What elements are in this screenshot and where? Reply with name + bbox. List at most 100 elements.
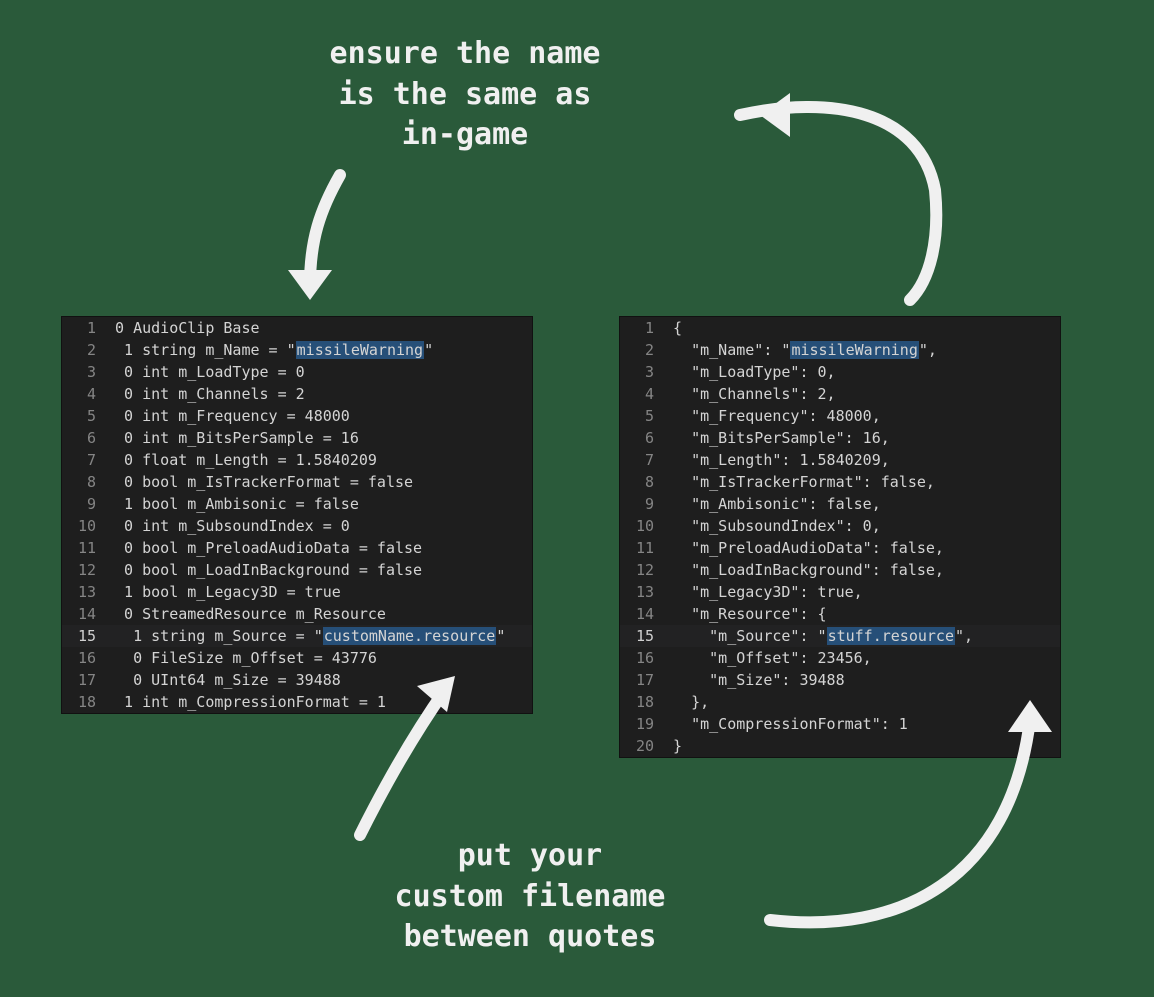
line-number: 19: [620, 713, 664, 735]
code-content: "m_PreloadAudioData": false,: [664, 537, 1060, 559]
line-number: 14: [620, 603, 664, 625]
line-number: 17: [620, 669, 664, 691]
line-number: 5: [620, 405, 664, 427]
code-content: 0 int m_Channels = 2: [106, 383, 532, 405]
code-line: 8 "m_IsTrackerFormat": false,: [620, 471, 1060, 493]
code-content: }: [664, 735, 1060, 757]
code-line: 10 "m_SubsoundIndex": 0,: [620, 515, 1060, 537]
code-line: 14 "m_Resource": {: [620, 603, 1060, 625]
arrow-top-right: [740, 107, 936, 300]
code-editor-right: 1 {2 "m_Name": "missileWarning",3 "m_Loa…: [620, 317, 1060, 757]
code-line: 11 0 bool m_PreloadAudioData = false: [62, 537, 532, 559]
canvas: ensure the name is the same as in-game p…: [0, 0, 1154, 997]
code-line: 1 {: [620, 317, 1060, 339]
code-line: 4 0 int m_Channels = 2: [62, 383, 532, 405]
code-line: 3 0 int m_LoadType = 0: [62, 361, 532, 383]
code-content: 1 bool m_Ambisonic = false: [106, 493, 532, 515]
code-content: 0 UInt64 m_Size = 39488: [106, 669, 532, 691]
code-content: "m_SubsoundIndex": 0,: [664, 515, 1060, 537]
highlight: missileWarning: [296, 341, 424, 359]
code-content: "m_LoadInBackground": false,: [664, 559, 1060, 581]
code-content: {: [664, 317, 1060, 339]
code-line: 15 "m_Source": "stuff.resource",: [620, 625, 1060, 647]
code-content: 1 string m_Source = "customName.resource…: [106, 625, 532, 647]
code-content: "m_Legacy3D": true,: [664, 581, 1060, 603]
highlight: customName.resource: [323, 627, 497, 645]
line-number: 18: [620, 691, 664, 713]
code-line: 6 0 int m_BitsPerSample = 16: [62, 427, 532, 449]
code-content: 0 bool m_LoadInBackground = false: [106, 559, 532, 581]
code-content: "m_CompressionFormat": 1: [664, 713, 1060, 735]
line-number: 6: [620, 427, 664, 449]
code-line: 2 "m_Name": "missileWarning",: [620, 339, 1060, 361]
arrow-top-right-head: [760, 93, 790, 137]
line-number: 9: [62, 493, 106, 515]
code-content: 0 bool m_IsTrackerFormat = false: [106, 471, 532, 493]
code-line: 17 "m_Size": 39488: [620, 669, 1060, 691]
code-content: "m_Ambisonic": false,: [664, 493, 1060, 515]
line-number: 17: [62, 669, 106, 691]
line-number: 9: [620, 493, 664, 515]
code-line: 18 },: [620, 691, 1060, 713]
line-number: 3: [620, 361, 664, 383]
code-content: 0 int m_BitsPerSample = 16: [106, 427, 532, 449]
arrow-top-left-head: [288, 270, 332, 300]
code-content: "m_Resource": {: [664, 603, 1060, 625]
line-number: 11: [620, 537, 664, 559]
code-content: 1 bool m_Legacy3D = true: [106, 581, 532, 603]
code-content: "m_Frequency": 48000,: [664, 405, 1060, 427]
code-content: 0 FileSize m_Offset = 43776: [106, 647, 532, 669]
code-line: 3 "m_LoadType": 0,: [620, 361, 1060, 383]
code-line: 13 "m_Legacy3D": true,: [620, 581, 1060, 603]
arrow-top-left: [310, 175, 340, 285]
code-line: 9 "m_Ambisonic": false,: [620, 493, 1060, 515]
line-number: 12: [62, 559, 106, 581]
code-content: 0 int m_SubsoundIndex = 0: [106, 515, 532, 537]
code-line: 18 1 int m_CompressionFormat = 1: [62, 691, 532, 713]
line-number: 3: [62, 361, 106, 383]
line-number: 8: [620, 471, 664, 493]
line-number: 4: [620, 383, 664, 405]
code-content: 0 bool m_PreloadAudioData = false: [106, 537, 532, 559]
code-content: 0 float m_Length = 1.5840209: [106, 449, 532, 471]
line-number: 16: [62, 647, 106, 669]
code-content: "m_BitsPerSample": 16,: [664, 427, 1060, 449]
line-number: 7: [620, 449, 664, 471]
code-line: 7 0 float m_Length = 1.5840209: [62, 449, 532, 471]
code-line: 12 0 bool m_LoadInBackground = false: [62, 559, 532, 581]
line-number: 1: [620, 317, 664, 339]
code-line: 6 "m_BitsPerSample": 16,: [620, 427, 1060, 449]
code-line: 13 1 bool m_Legacy3D = true: [62, 581, 532, 603]
code-line: 16 0 FileSize m_Offset = 43776: [62, 647, 532, 669]
annotation-top: ensure the name is the same as in-game: [200, 34, 730, 156]
code-content: "m_LoadType": 0,: [664, 361, 1060, 383]
code-line: 19 "m_CompressionFormat": 1: [620, 713, 1060, 735]
line-number: 11: [62, 537, 106, 559]
code-line: 16 "m_Offset": 23456,: [620, 647, 1060, 669]
code-line: 14 0 StreamedResource m_Resource: [62, 603, 532, 625]
code-content: 0 int m_LoadType = 0: [106, 361, 532, 383]
line-number: 10: [62, 515, 106, 537]
code-line: 20 }: [620, 735, 1060, 757]
code-line: 5 "m_Frequency": 48000,: [620, 405, 1060, 427]
line-number: 5: [62, 405, 106, 427]
line-number: 2: [62, 339, 106, 361]
line-number: 2: [620, 339, 664, 361]
code-content: "m_Length": 1.5840209,: [664, 449, 1060, 471]
highlight: stuff.resource: [827, 627, 955, 645]
code-content: "m_Channels": 2,: [664, 383, 1060, 405]
line-number: 12: [620, 559, 664, 581]
code-content: 1 string m_Name = "missileWarning": [106, 339, 532, 361]
code-line: 7 "m_Length": 1.5840209,: [620, 449, 1060, 471]
code-line: 5 0 int m_Frequency = 48000: [62, 405, 532, 427]
code-line: 1 0 AudioClip Base: [62, 317, 532, 339]
code-content: 0 int m_Frequency = 48000: [106, 405, 532, 427]
code-editor-left: 1 0 AudioClip Base2 1 string m_Name = "m…: [62, 317, 532, 713]
line-number: 16: [620, 647, 664, 669]
line-number: 10: [620, 515, 664, 537]
code-line: 11 "m_PreloadAudioData": false,: [620, 537, 1060, 559]
line-number: 6: [62, 427, 106, 449]
code-content: 0 AudioClip Base: [106, 317, 532, 339]
code-content: "m_Name": "missileWarning",: [664, 339, 1060, 361]
code-line: 9 1 bool m_Ambisonic = false: [62, 493, 532, 515]
